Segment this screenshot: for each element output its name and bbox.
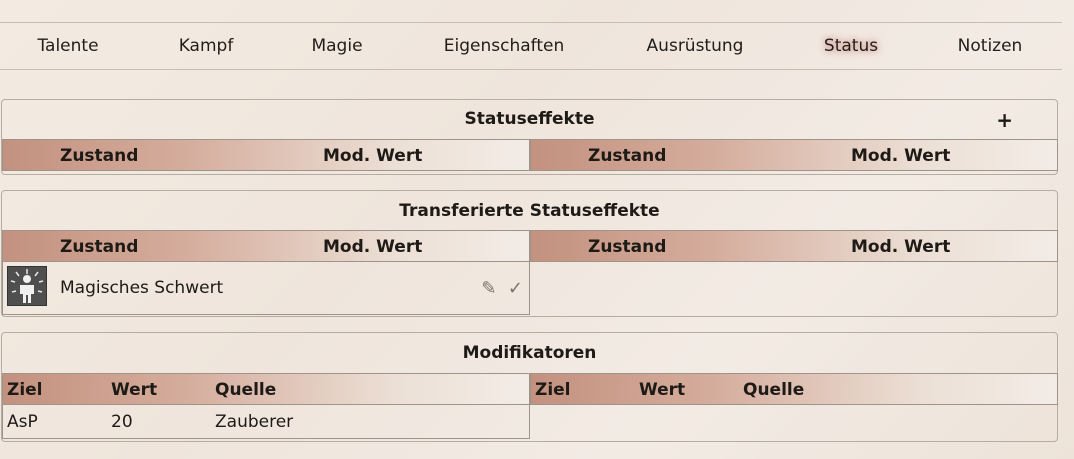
modifikatoren-title: Modifikatoren bbox=[462, 343, 597, 363]
cell-quelle: Zauberer bbox=[215, 412, 294, 432]
tab-talente[interactable]: Talente bbox=[37, 23, 98, 69]
col-wert: Wert bbox=[111, 380, 158, 400]
statuseffekte-title: Statuseffekte bbox=[464, 109, 595, 129]
effect-name: Magisches Schwert bbox=[60, 278, 224, 298]
tab-notizen[interactable]: Notizen bbox=[958, 23, 1023, 69]
magic-figure-icon bbox=[7, 266, 47, 306]
col-mod-wert: Mod. Wert bbox=[323, 237, 423, 257]
col-mod-wert: Mod. Wert bbox=[851, 237, 951, 257]
col-wert: Wert bbox=[639, 380, 686, 400]
transferierte-header-left: Zustand Mod. Wert bbox=[2, 230, 530, 262]
transferierte-title: Transferierte Statuseffekte bbox=[399, 201, 660, 221]
tab-kampf[interactable]: Kampf bbox=[179, 23, 234, 69]
transferierte-panel: Transferierte Statuseffekte Zustand Mod.… bbox=[1, 190, 1058, 317]
table-row[interactable]: AsP 20 Zauberer bbox=[2, 405, 530, 439]
col-zustand: Zustand bbox=[60, 146, 139, 166]
cell-ziel: AsP bbox=[7, 412, 38, 432]
col-ziel: Ziel bbox=[535, 380, 571, 400]
col-zustand: Zustand bbox=[588, 237, 667, 257]
tab-eigenschaften[interactable]: Eigenschaften bbox=[444, 23, 564, 69]
statuseffekte-header-right: Zustand Mod. Wert bbox=[530, 139, 1058, 171]
col-mod-wert: Mod. Wert bbox=[323, 146, 423, 166]
modifikatoren-header-left: Ziel Wert Quelle bbox=[2, 373, 530, 405]
statuseffekte-panel: Statuseffekte + Zustand Mod. Wert Zustan… bbox=[1, 99, 1058, 175]
col-quelle: Quelle bbox=[743, 380, 805, 400]
col-zustand: Zustand bbox=[60, 237, 139, 257]
check-circle-icon[interactable]: ✓ bbox=[508, 278, 523, 299]
list-item[interactable]: Magisches Schwert ✎ ✓ bbox=[2, 262, 530, 315]
row-actions: ✎ ✓ bbox=[475, 278, 523, 299]
edit-icon[interactable]: ✎ bbox=[481, 278, 496, 299]
tab-bar: Talente Kampf Magie Eigenschaften Ausrüs… bbox=[0, 22, 1062, 70]
modifikatoren-panel: Modifikatoren Ziel Wert Quelle Ziel Wert… bbox=[1, 332, 1058, 442]
col-zustand: Zustand bbox=[588, 146, 667, 166]
col-quelle: Quelle bbox=[215, 380, 277, 400]
tab-status[interactable]: Status bbox=[824, 23, 878, 69]
tab-magie[interactable]: Magie bbox=[311, 23, 362, 69]
col-ziel: Ziel bbox=[7, 380, 43, 400]
transferierte-header-right: Zustand Mod. Wert bbox=[530, 230, 1058, 262]
modifikatoren-header-right: Ziel Wert Quelle bbox=[530, 373, 1058, 405]
tab-ausruestung[interactable]: Ausrüstung bbox=[647, 23, 744, 69]
col-mod-wert: Mod. Wert bbox=[851, 146, 951, 166]
cell-wert: 20 bbox=[111, 412, 133, 432]
statuseffekte-header-left: Zustand Mod. Wert bbox=[2, 139, 530, 171]
add-statuseffekt-button[interactable]: + bbox=[996, 108, 1013, 132]
